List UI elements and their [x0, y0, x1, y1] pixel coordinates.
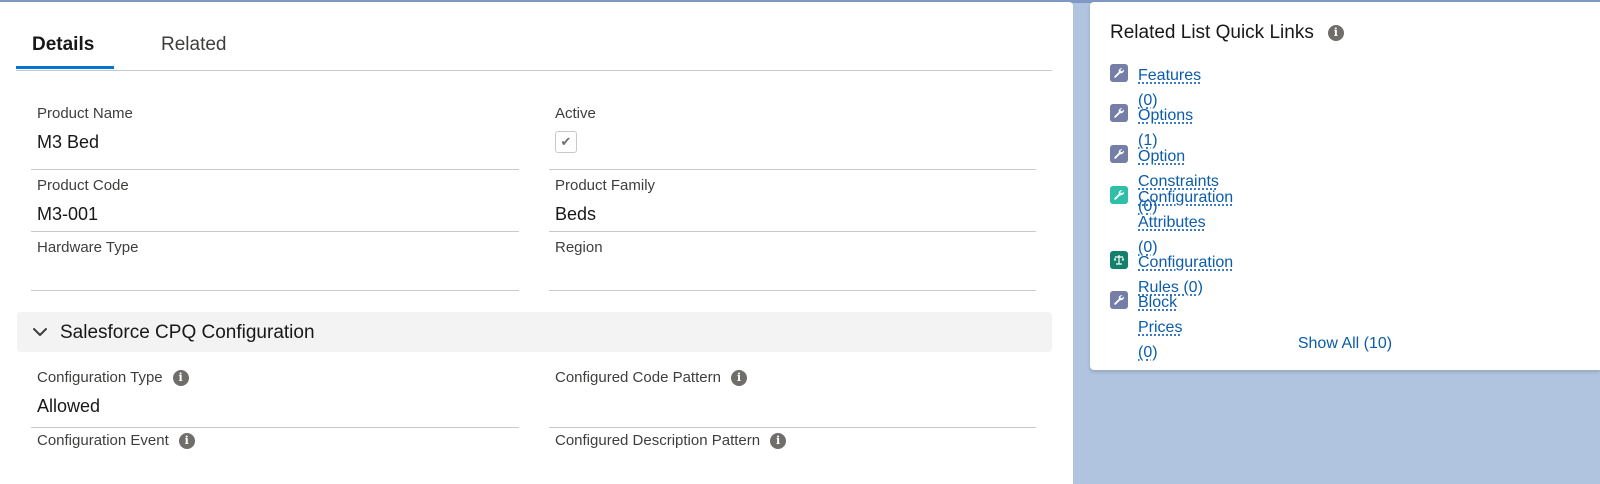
scales-icon [1110, 251, 1128, 269]
wrench-icon [1110, 291, 1128, 309]
record-detail-card: Details Related Product Name M3 Bed Acti… [0, 2, 1073, 484]
field-configuration-event: Configuration Event i [31, 432, 519, 472]
field-label: Configured Code Pattern i [555, 369, 747, 386]
quick-link[interactable]: Configuration [1138, 185, 1233, 210]
tab-details[interactable]: Details [32, 34, 94, 56]
wrench-icon [1110, 145, 1128, 163]
quick-links-title-text: Related List Quick Links [1110, 22, 1314, 43]
show-all-link[interactable]: Show All (10) [1090, 335, 1600, 353]
wrench-icon [1110, 104, 1128, 122]
field-product-name: Product Name M3 Bed [31, 105, 519, 170]
field-value: M3-001 [37, 204, 99, 224]
info-icon[interactable]: i [178, 432, 195, 449]
field-label: Product Name [37, 105, 133, 122]
tab-bar: Details Related [16, 2, 1052, 71]
field-value: Beds [555, 204, 597, 224]
section-header-cpq-configuration[interactable]: Salesforce CPQ Configuration [17, 312, 1052, 352]
field-label: Configuration Event i [37, 432, 195, 449]
chevron-down-icon [33, 328, 47, 336]
field-hardware-type: Hardware Type [31, 239, 519, 291]
field-label: Product Family [555, 177, 656, 194]
wrench-icon [1110, 186, 1128, 204]
related-list-quick-links-card: Related List Quick Links i Features (0) … [1090, 2, 1600, 370]
field-label: Region [555, 239, 603, 256]
quick-links-title: Related List Quick Links i [1110, 22, 1344, 44]
field-value: M3 Bed [37, 132, 100, 152]
info-icon[interactable]: i [770, 432, 787, 449]
field-value: Allowed [37, 396, 101, 416]
info-icon[interactable]: i [1327, 25, 1344, 41]
field-label-text: Configured Code Pattern [555, 369, 721, 386]
field-configured-code-pattern: Configured Code Pattern i [549, 369, 1036, 428]
field-configuration-type: Configuration Type i Allowed [31, 369, 519, 428]
field-label: Active [555, 105, 596, 122]
field-label: Hardware Type [37, 239, 139, 256]
field-product-family: Product Family Beds [549, 177, 1036, 232]
field-configured-description-pattern: Configured Description Pattern i [549, 432, 1036, 472]
field-active: Active ✔ [549, 105, 1036, 170]
tab-related[interactable]: Related [161, 34, 227, 56]
field-label: Product Code [37, 177, 129, 194]
field-label-text: Configuration Event [37, 432, 169, 449]
field-region: Region [549, 239, 1036, 291]
active-tab-indicator [16, 66, 114, 69]
info-icon[interactable]: i [172, 369, 189, 386]
active-checkbox: ✔ [555, 131, 577, 153]
field-product-code: Product Code M3-001 [31, 177, 519, 232]
quick-link[interactable]: Block Prices (0) [1138, 290, 1182, 365]
info-icon[interactable]: i [730, 369, 747, 386]
wrench-icon [1110, 64, 1128, 82]
field-label: Configured Description Pattern i [555, 432, 787, 449]
field-label-text: Configured Description Pattern [555, 432, 761, 449]
field-label-text: Configuration Type [37, 369, 163, 386]
field-label: Configuration Type i [37, 369, 189, 386]
section-title: Salesforce CPQ Configuration [60, 322, 315, 343]
